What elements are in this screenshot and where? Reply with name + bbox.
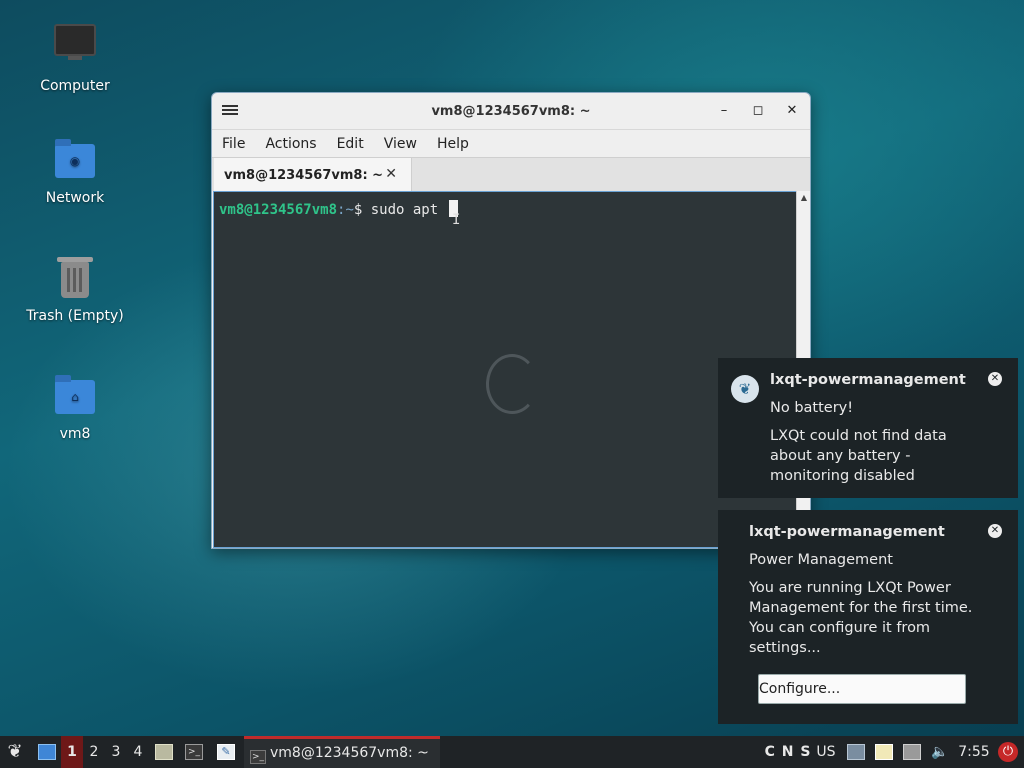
network-folder-icon: ◉ [51,136,99,184]
taskbar: ❦ 1 2 3 4 >_ ✎ >_ vm8@1234567vm8: ~ C N S… [0,736,1024,768]
file-manager-icon[interactable] [152,736,176,768]
network-icon[interactable] [844,736,868,768]
computer-icon [51,24,99,72]
desktop-switch-2[interactable]: 2 [83,736,105,768]
terminal-area[interactable]: vm8@1234567vm8:~$ sudo apt I [213,191,797,548]
menu-file[interactable]: File [212,136,255,152]
window-menu-icon[interactable] [222,103,238,117]
desktop-switch-1[interactable]: 1 [61,736,83,768]
prompt-path: :~ [337,202,354,218]
lxqt-logo-icon: ❦ [731,375,759,403]
prompt-symbol: $ [353,202,371,218]
volume-icon[interactable]: 🔈 [928,736,952,768]
removable-media-icon[interactable] [900,736,924,768]
tab-bar: vm8@1234567vm8: ~ ✕ [212,157,810,192]
notification-summary: Power Management [749,552,893,568]
menu-bar: File Actions Edit View Help [212,129,810,157]
clipboard-icon[interactable] [872,736,896,768]
tab-label: vm8@1234567vm8: ~ [224,167,384,183]
scroll-up-icon[interactable]: ▲ [797,191,811,205]
notification-close-icon[interactable]: ✕ [988,372,1002,386]
terminal-command: sudo apt [370,202,447,218]
notification-summary: No battery! [770,400,854,416]
desktop-switch-4[interactable]: 4 [127,736,149,768]
menu-help[interactable]: Help [427,136,479,152]
menu-edit[interactable]: Edit [327,136,374,152]
notification-close-icon[interactable]: ✕ [988,524,1002,538]
home-folder-icon: ⌂ [51,372,99,420]
notification-title: lxqt-powermanagement [749,524,945,540]
desktop-icon-label: Trash (Empty) [26,308,124,324]
trash-icon [51,254,99,302]
tab-close-icon[interactable]: ✕ [385,166,397,182]
desktop-icon-trash[interactable]: Trash (Empty) [15,254,135,324]
desktop-icon-home[interactable]: ⌂ vm8 [15,372,135,442]
terminal-launcher-icon[interactable]: >_ [182,736,206,768]
terminal-icon: >_ [250,750,266,764]
notification-body: LXQt could not find data about any batte… [770,428,947,484]
terminal-line: vm8@1234567vm8:~$ sudo apt [219,200,458,218]
minimize-button[interactable]: – [714,101,734,121]
window-titlebar[interactable]: vm8@1234567vm8: ~ – ◻ ✕ [212,93,810,129]
desktop-icon-label: vm8 [59,426,91,442]
menu-view[interactable]: View [374,136,427,152]
task-label: vm8@1234567vm8: ~ [270,745,429,761]
notification-power-management[interactable]: lxqt-powermanagement Power Management Yo… [718,510,1018,724]
desktop-switch-3[interactable]: 3 [105,736,127,768]
notification-no-battery[interactable]: ❦ lxqt-powermanagement No battery! LXQt … [718,358,1018,498]
notification-body: You are running LXQt Power Management fo… [749,580,973,656]
configure-button[interactable]: Configure... [758,674,966,704]
menu-actions[interactable]: Actions [255,136,326,152]
keyboard-layout[interactable]: US [812,736,840,768]
keyboard-indicators[interactable]: C N S [760,736,816,768]
power-icon[interactable]: ⏻ [996,736,1020,768]
close-button[interactable]: ✕ [782,101,802,121]
desktop-icon-computer[interactable]: Computer [15,18,135,94]
notification-title: lxqt-powermanagement [770,372,966,388]
desktop-icon-label: Computer [40,78,110,94]
start-menu-icon[interactable]: ❦ [2,736,28,768]
ibeam-cursor-icon: I [452,212,461,228]
text-editor-icon[interactable]: ✎ [214,736,238,768]
terminal-tab[interactable]: vm8@1234567vm8: ~ ✕ [214,158,412,192]
taskbar-terminal-task[interactable]: >_ vm8@1234567vm8: ~ [244,736,440,768]
maximize-button[interactable]: ◻ [748,101,768,121]
debian-swirl-icon [486,354,538,414]
clock[interactable]: 7:55 [954,736,994,768]
prompt-user: vm8@1234567vm8 [219,202,338,218]
show-desktop-icon[interactable] [34,736,60,768]
desktop-icon-network[interactable]: ◉ Network [15,136,135,206]
desktop-icon-label: Network [45,190,105,206]
